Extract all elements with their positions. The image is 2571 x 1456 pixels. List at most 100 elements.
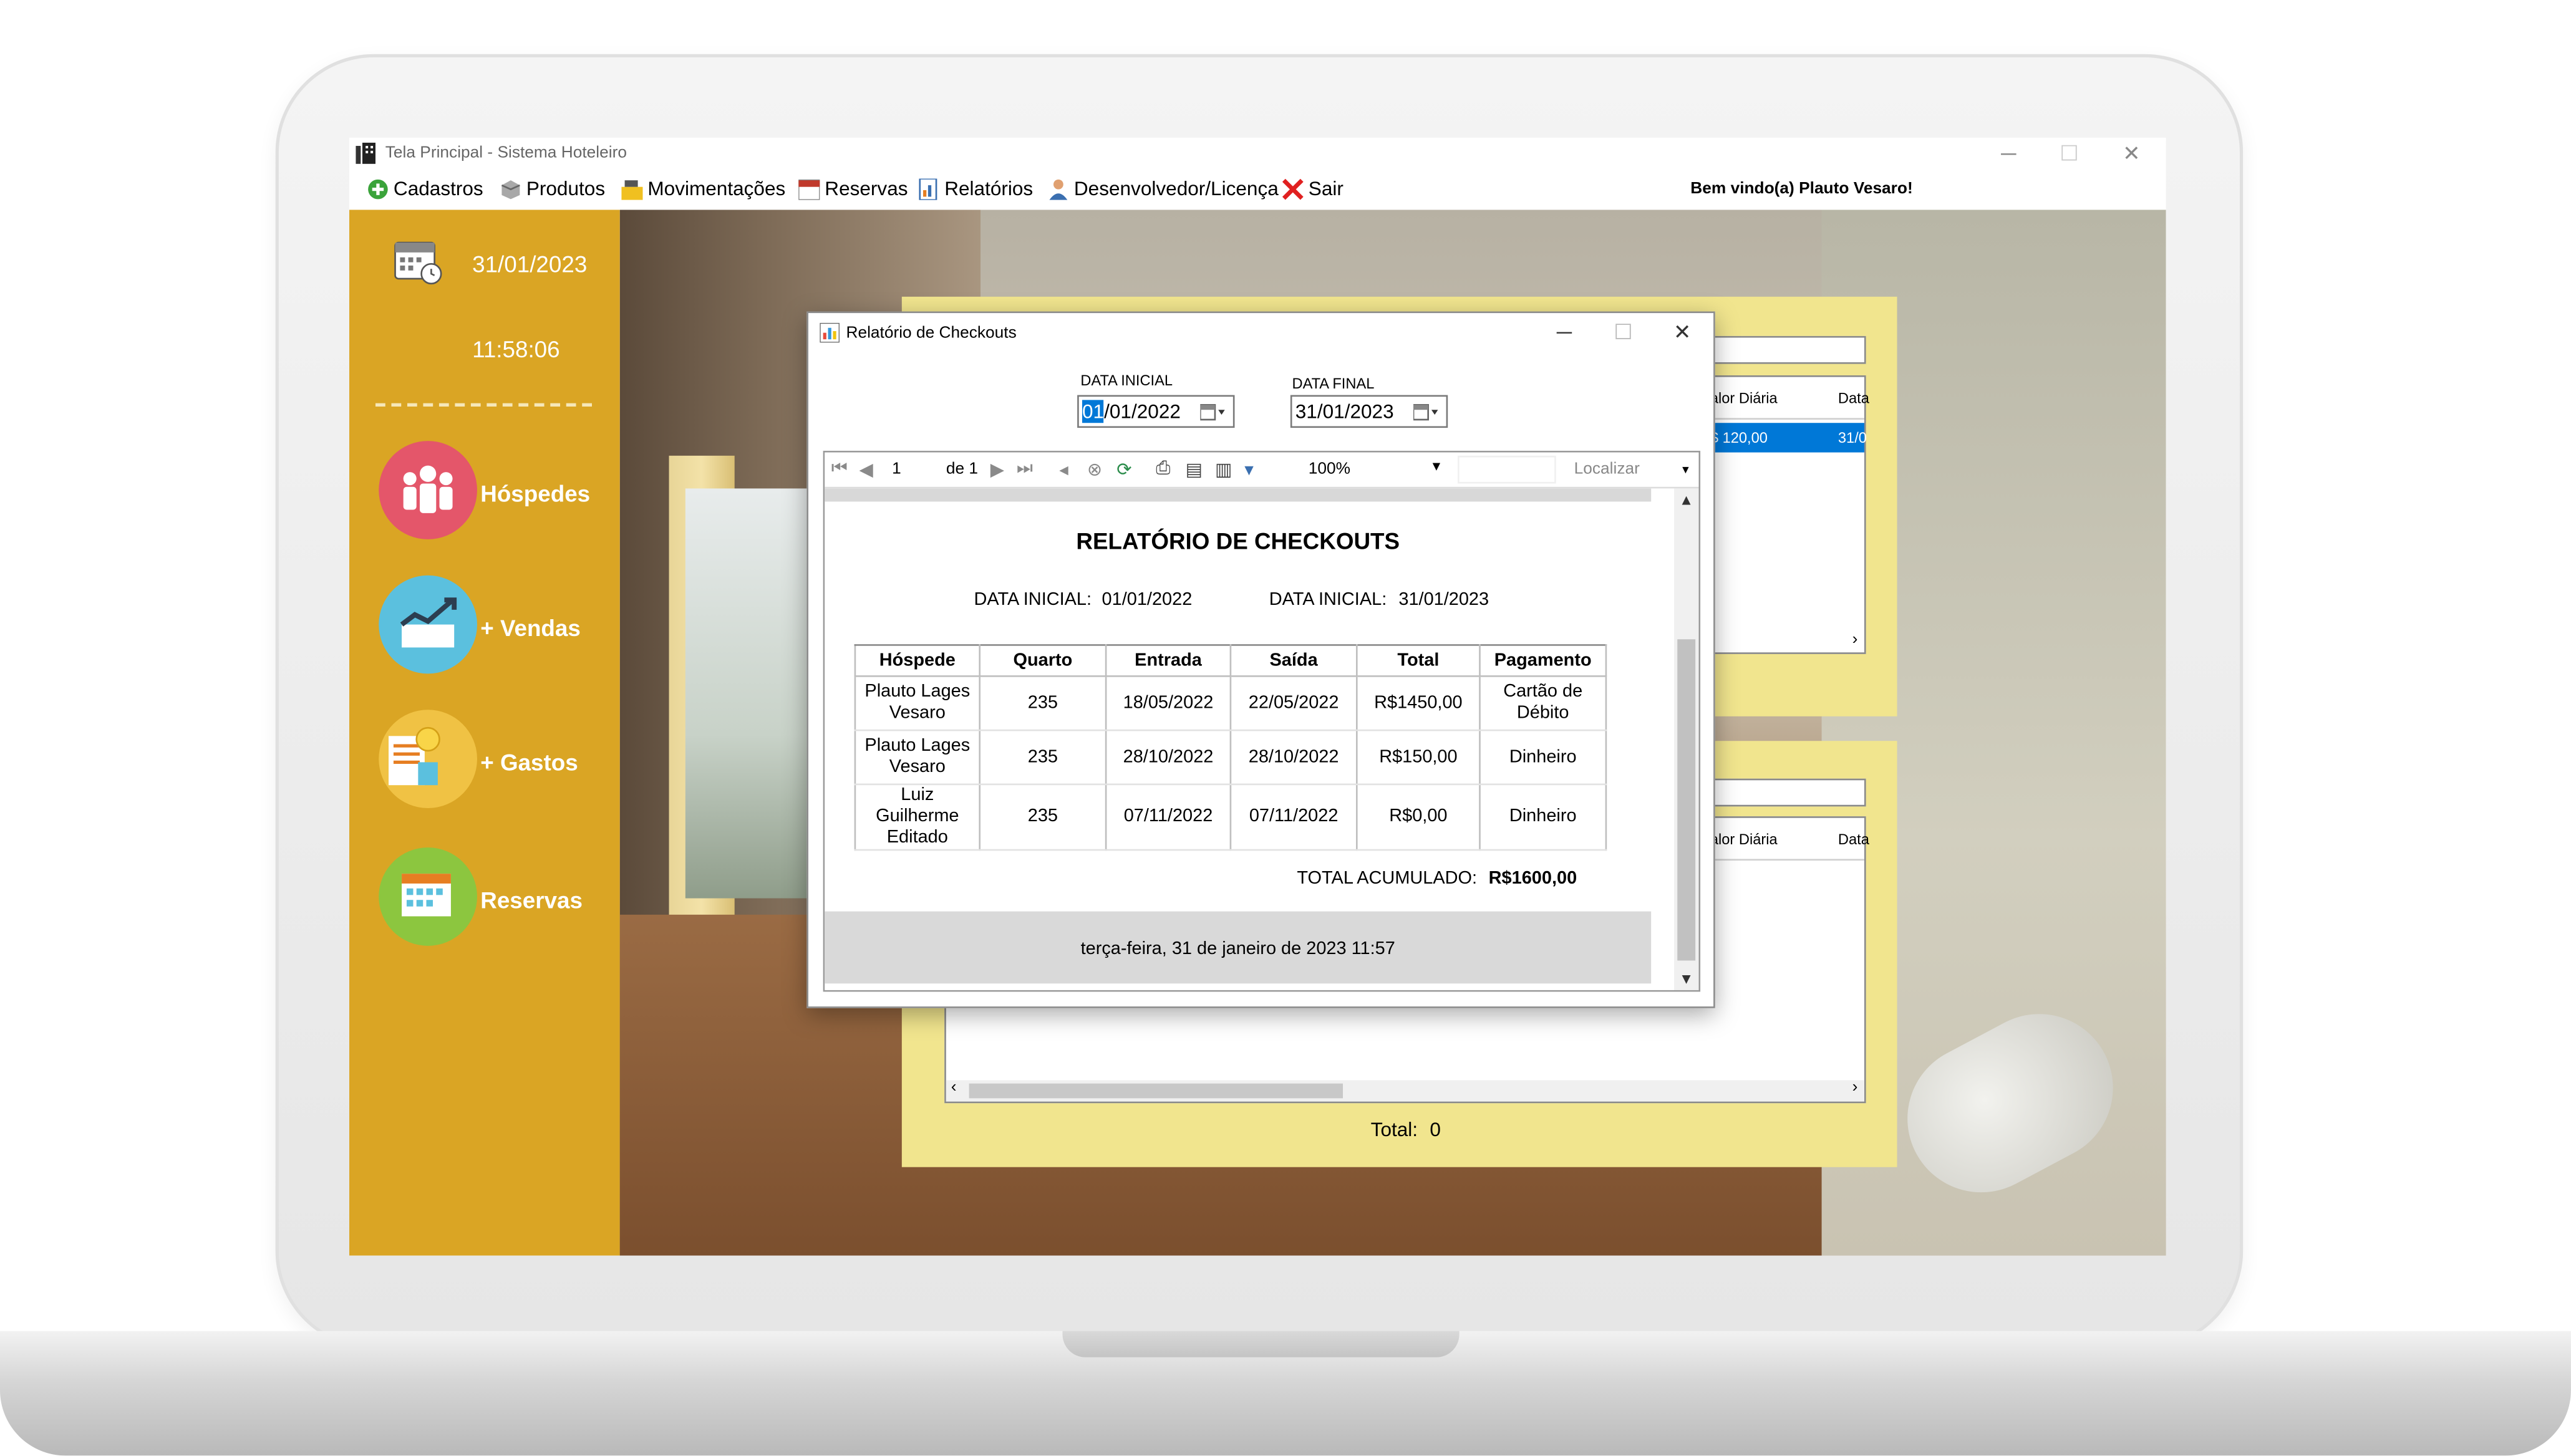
menu-movimentacoes[interactable]: Movimentações	[621, 177, 785, 200]
scroll-right-icon[interactable]: ›	[1852, 1079, 1858, 1097]
menu-desenvolvedor[interactable]: Desenvolvedor/Licença	[1048, 177, 1279, 200]
data-final-label: DATA FINAL	[1292, 375, 1375, 392]
reservas-label: Reservas	[480, 887, 583, 914]
last-page-icon[interactable]: ⏭	[1017, 459, 1033, 480]
report-table: Hóspede Quarto Entrada Saída Total Pagam…	[854, 644, 1607, 851]
current-time: 11:58:06	[472, 335, 560, 362]
table-row: Plauto Lages Vesaro 235 28/10/2022 28/10…	[854, 730, 1607, 786]
refresh-icon[interactable]: ⟳	[1116, 459, 1131, 481]
menu-reservas[interactable]: Reservas	[798, 177, 908, 200]
menu-bar: Cadastros Produtos Movimentações Reserva…	[349, 170, 2166, 210]
menu-label: Cadastros	[393, 176, 483, 200]
report-end-label: DATA INICIAL:	[1269, 590, 1387, 610]
background-search-input[interactable]	[1700, 335, 1866, 364]
cash-register-icon	[621, 179, 643, 200]
report-toolbar: ⏮ ◀ 1 de 1 ▶ ⏭ ◂ ⊗ ⟳ ⎙ ▤ ▥ ▾ 100% ▼ Loca…	[825, 452, 1699, 489]
dialog-maximize-button[interactable]: ☐	[1594, 316, 1653, 349]
report-start-value: 01/01/2022	[1102, 590, 1193, 610]
menu-label: Sair	[1308, 176, 1344, 200]
column-header: Hóspede	[854, 644, 981, 677]
table-cell: R$150,00	[1356, 730, 1481, 786]
grid-header: Data	[1837, 831, 1869, 848]
selected-day: 01	[1082, 400, 1105, 423]
stop-icon[interactable]: ⊗	[1087, 459, 1102, 481]
table-cell: 235	[979, 730, 1107, 786]
table-header-row: Hóspede Quarto Entrada Saída Total Pagam…	[854, 644, 1607, 677]
print-icon[interactable]: ⎙	[1156, 459, 1170, 480]
column-header: Saída	[1229, 644, 1358, 677]
zoom-select[interactable]: 100% ▼	[1299, 456, 1450, 484]
page-setup-icon[interactable]: ▥	[1215, 459, 1232, 481]
toolbar-options-icon[interactable]: ▾	[1682, 462, 1689, 477]
export-icon[interactable]: ▾	[1244, 459, 1254, 481]
next-page-icon[interactable]: ▶	[990, 459, 1004, 481]
total-label: TOTAL ACUMULADO:	[1297, 869, 1478, 889]
find-input[interactable]	[1458, 455, 1556, 484]
menu-label: Relatórios	[944, 176, 1034, 200]
scroll-right-icon[interactable]: ›	[1852, 631, 1858, 649]
maximize-button[interactable]: ☐	[2040, 139, 2099, 168]
table-cell: Plauto Lages Vesaro	[854, 730, 981, 786]
hospedes-button[interactable]: Hóspedes	[379, 441, 608, 549]
sidebar: 31/01/2023 11:58:06 Hóspedes + Vendas + …	[349, 210, 620, 1256]
menu-sair[interactable]: Sair	[1282, 177, 1344, 200]
back-icon[interactable]: ◂	[1059, 459, 1068, 481]
first-page-icon[interactable]: ⏮	[831, 459, 848, 480]
data-final-value: 31/01/2023	[1295, 400, 1394, 423]
background-total-label: Total:	[1370, 1117, 1418, 1141]
scrollbar-thumb[interactable]	[1677, 639, 1696, 961]
column-header: Total	[1356, 644, 1481, 677]
main-window: Tela Principal - Sistema Hoteleiro ─ ☐ ✕…	[349, 137, 2166, 1256]
page-count: de 1	[946, 460, 978, 479]
data-inicial-picker[interactable]: 01/01/2022	[1077, 395, 1235, 428]
column-header: Quarto	[979, 644, 1107, 677]
vendas-label: + Vendas	[480, 614, 581, 641]
vendas-button[interactable]: + Vendas	[379, 575, 608, 684]
table-cell: 07/11/2022	[1105, 784, 1232, 851]
column-header: Entrada	[1105, 644, 1232, 677]
menu-cadastros[interactable]: Cadastros	[367, 177, 483, 200]
print-layout-icon[interactable]: ▤	[1186, 459, 1203, 481]
scroll-up-icon[interactable]: ▲	[1679, 492, 1693, 508]
date-rest: /01/2022	[1104, 400, 1181, 423]
minimize-button[interactable]: ─	[1979, 139, 2038, 168]
dialog-close-button[interactable]: ✕	[1653, 316, 1712, 349]
hospedes-label: Hóspedes	[480, 480, 591, 507]
calendar-clock-icon	[394, 241, 442, 285]
page-number-input[interactable]: 1	[892, 461, 901, 479]
grid-cell: 31/0	[1837, 429, 1867, 446]
total-value: R$1600,00	[1488, 869, 1577, 889]
data-inicial-label: DATA INICIAL	[1080, 372, 1173, 389]
report-footer-date: terça-feira, 31 de janeiro de 2023 11:57	[825, 911, 1652, 984]
menu-produtos[interactable]: Produtos	[500, 177, 605, 200]
scroll-left-icon[interactable]: ‹	[951, 1079, 957, 1097]
plus-circle-icon	[368, 178, 388, 199]
scroll-down-icon[interactable]: ▼	[1679, 970, 1693, 986]
find-button[interactable]: Localizar	[1574, 461, 1640, 479]
close-window-button[interactable]: ✕	[2102, 139, 2161, 168]
previous-page-icon[interactable]: ◀	[859, 459, 873, 481]
scrollbar-thumb[interactable]	[969, 1083, 1343, 1099]
reservas-button[interactable]: Reservas	[379, 847, 608, 956]
table-cell: Dinheiro	[1479, 730, 1607, 786]
calendar-dropdown-icon[interactable]	[1200, 403, 1226, 422]
zoom-value: 100%	[1308, 460, 1351, 479]
menu-relatorios[interactable]: Relatórios	[918, 177, 1033, 200]
gastos-button[interactable]: + Gastos	[379, 710, 608, 818]
report-total: TOTAL ACUMULADO: R$1600,00	[1297, 869, 1577, 889]
background-search-input-2[interactable]	[1700, 778, 1866, 807]
expenses-icon	[379, 710, 477, 808]
welcome-message: Bem vindo(a) Plauto Vesaro!	[1690, 180, 1913, 199]
page-top-band	[825, 488, 1652, 502]
table-cell: Plauto Lages Vesaro	[854, 676, 981, 731]
calendar-dropdown-icon[interactable]	[1413, 403, 1440, 422]
window-title: Tela Principal - Sistema Hoteleiro	[385, 144, 627, 163]
report-dialog: Relatório de Checkouts ─ ☐ ✕ DATA INICIA…	[806, 311, 1715, 1008]
grid-cell: $ 120,00	[1710, 429, 1768, 446]
menu-label: Produtos	[526, 176, 606, 200]
data-final-picker[interactable]: 31/01/2023	[1290, 395, 1448, 428]
vertical-scrollbar[interactable]: ▲ ▼	[1674, 488, 1699, 990]
background-total-value: 0	[1430, 1117, 1441, 1141]
dialog-minimize-button[interactable]: ─	[1535, 316, 1594, 349]
horizontal-scrollbar[interactable]: ‹ ›	[946, 1079, 1864, 1102]
